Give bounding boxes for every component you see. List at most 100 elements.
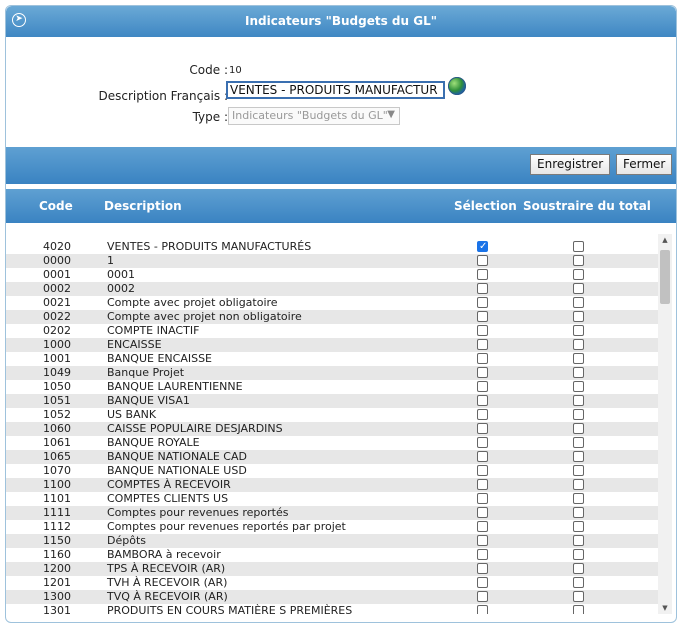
- table-row[interactable]: 1111 Comptes pour revenues reportés: [6, 506, 658, 520]
- subtract-checkbox[interactable]: [573, 297, 584, 308]
- table-row[interactable]: 1050 BANQUE LAURENTIENNE: [6, 380, 658, 394]
- subtract-checkbox[interactable]: [573, 605, 584, 614]
- subtract-checkbox[interactable]: [573, 311, 584, 322]
- save-button[interactable]: Enregistrer: [530, 154, 610, 175]
- selection-checkbox[interactable]: [477, 240, 488, 254]
- selection-checkbox[interactable]: [477, 311, 488, 322]
- selection-checkbox[interactable]: [477, 353, 488, 364]
- subtract-checkbox[interactable]: [573, 325, 584, 336]
- selection-checkbox[interactable]: [477, 549, 488, 560]
- subtract-checkbox[interactable]: [573, 409, 584, 420]
- selection-checkbox[interactable]: [477, 577, 488, 588]
- table-row[interactable]: 1052 US BANK: [6, 408, 658, 422]
- subtract-checkbox[interactable]: [573, 535, 584, 546]
- scrollbar[interactable]: ▲ ▼: [658, 234, 672, 614]
- table-row[interactable]: 0021 Compte avec projet obligatoire: [6, 296, 658, 310]
- subtract-checkbox[interactable]: [573, 255, 584, 266]
- table-row[interactable]: 1051 BANQUE VISA1: [6, 394, 658, 408]
- row-code: 1200: [43, 562, 71, 575]
- selection-checkbox[interactable]: [477, 507, 488, 518]
- subtract-checkbox[interactable]: [573, 493, 584, 504]
- selection-checkbox[interactable]: [477, 423, 488, 434]
- row-code: 1100: [43, 478, 71, 491]
- subtract-checkbox[interactable]: [573, 423, 584, 434]
- scroll-down-icon[interactable]: ▼: [658, 602, 672, 614]
- table-row[interactable]: 1070 BANQUE NATIONALE USD: [6, 464, 658, 478]
- selection-checkbox[interactable]: [477, 297, 488, 308]
- table-row[interactable]: 1112 Comptes pour revenues reportés par p…: [6, 520, 658, 534]
- subtract-checkbox[interactable]: [573, 577, 584, 588]
- subtract-checkbox[interactable]: [573, 269, 584, 280]
- selection-checkbox[interactable]: [477, 325, 488, 336]
- subtract-checkbox[interactable]: [573, 367, 584, 378]
- row-description: Compte avec projet obligatoire: [107, 296, 278, 309]
- row-code: 1001: [43, 352, 71, 365]
- selection-checkbox[interactable]: [477, 493, 488, 504]
- selection-checkbox[interactable]: [477, 479, 488, 490]
- table-row[interactable]: 1001 BANQUE ENCAISSE: [6, 352, 658, 366]
- selection-checkbox[interactable]: [477, 521, 488, 532]
- selection-checkbox[interactable]: [477, 381, 488, 392]
- table-row[interactable]: 0202 COMPTE INACTIF: [6, 324, 658, 338]
- scroll-up-icon[interactable]: ▲: [658, 234, 672, 246]
- row-code: 1050: [43, 380, 71, 393]
- type-select[interactable]: Indicateurs "Budgets du GL" ▼: [228, 107, 400, 125]
- selection-checkbox[interactable]: [477, 605, 488, 614]
- subtract-checkbox[interactable]: [573, 395, 584, 406]
- selection-checkbox[interactable]: [477, 563, 488, 574]
- subtract-checkbox[interactable]: [573, 465, 584, 476]
- scrollbar-thumb[interactable]: [660, 250, 670, 304]
- table-row[interactable]: 0001 0001: [6, 268, 658, 282]
- table-row[interactable]: 0000 1: [6, 254, 658, 268]
- table-row[interactable]: 1061 BANQUE ROYALE: [6, 436, 658, 450]
- selection-checkbox[interactable]: [477, 437, 488, 448]
- table-row[interactable]: 0002 0002: [6, 282, 658, 296]
- subtract-checkbox[interactable]: [573, 381, 584, 392]
- selection-checkbox[interactable]: [477, 535, 488, 546]
- subtract-checkbox[interactable]: [573, 451, 584, 462]
- column-header-subtract[interactable]: Soustraire du total: [523, 199, 651, 213]
- selection-checkbox[interactable]: [477, 269, 488, 280]
- subtract-checkbox[interactable]: [573, 353, 584, 364]
- row-description: Dépôts: [107, 534, 146, 547]
- table-row[interactable]: 1049 Banque Projet: [6, 366, 658, 380]
- subtract-checkbox[interactable]: [573, 339, 584, 350]
- selection-checkbox[interactable]: [477, 395, 488, 406]
- subtract-checkbox[interactable]: [573, 241, 584, 252]
- table-row[interactable]: 1301 PRODUITS EN COURS MATIÈRE S PREMIÈRE…: [6, 604, 658, 614]
- selection-checkbox[interactable]: [477, 451, 488, 462]
- subtract-checkbox[interactable]: [573, 437, 584, 448]
- selection-checkbox[interactable]: [477, 409, 488, 420]
- subtract-checkbox[interactable]: [573, 563, 584, 574]
- subtract-checkbox[interactable]: [573, 591, 584, 602]
- table-row[interactable]: 4020 VENTES - PRODUITS MANUFACTURÉS: [6, 240, 658, 254]
- table-row[interactable]: 1065 BANQUE NATIONALE CAD: [6, 450, 658, 464]
- column-header-selection[interactable]: Sélection: [454, 199, 517, 213]
- selection-checkbox[interactable]: [477, 339, 488, 350]
- column-header-description[interactable]: Description: [104, 199, 182, 213]
- subtract-checkbox[interactable]: [573, 479, 584, 490]
- table-row[interactable]: 1160 BAMBORA à recevoir: [6, 548, 658, 562]
- globe-icon[interactable]: [448, 77, 466, 95]
- table-row[interactable]: 1201 TVH À RECEVOIR (AR): [6, 576, 658, 590]
- subtract-checkbox[interactable]: [573, 507, 584, 518]
- description-input[interactable]: VENTES - PRODUITS MANUFACTUR: [226, 81, 445, 99]
- subtract-checkbox[interactable]: [573, 521, 584, 532]
- table-row[interactable]: 1300 TVQ À RECEVOIR (AR): [6, 590, 658, 604]
- table-row[interactable]: 1000 ENCAISSE: [6, 338, 658, 352]
- table-row[interactable]: 0022 Compte avec projet non obligatoire: [6, 310, 658, 324]
- table-row[interactable]: 1100 COMPTES À RECEVOIR: [6, 478, 658, 492]
- selection-checkbox[interactable]: [477, 283, 488, 294]
- selection-checkbox[interactable]: [477, 255, 488, 266]
- table-row[interactable]: 1200 TPS À RECEVOIR (AR): [6, 562, 658, 576]
- table-row[interactable]: 1101 COMPTES CLIENTS US: [6, 492, 658, 506]
- close-button[interactable]: Fermer: [616, 154, 672, 175]
- selection-checkbox[interactable]: [477, 367, 488, 378]
- table-row[interactable]: 1150 Dépôts: [6, 534, 658, 548]
- selection-checkbox[interactable]: [477, 465, 488, 476]
- table-row[interactable]: 1060 CAISSE POPULAIRE DESJARDINS: [6, 422, 658, 436]
- subtract-checkbox[interactable]: [573, 283, 584, 294]
- column-header-code[interactable]: Code: [39, 199, 73, 213]
- subtract-checkbox[interactable]: [573, 549, 584, 560]
- selection-checkbox[interactable]: [477, 591, 488, 602]
